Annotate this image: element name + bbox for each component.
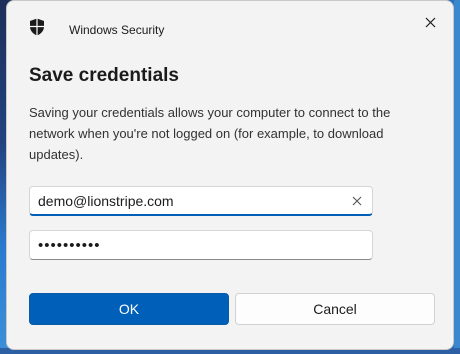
- save-credentials-dialog: Windows Security Save credentials Saving…: [6, 0, 454, 350]
- close-button[interactable]: [419, 11, 441, 33]
- clear-x-icon: [352, 196, 362, 206]
- app-title: Windows Security: [69, 23, 165, 37]
- desktop-background-right: [454, 0, 460, 354]
- dialog-heading: Save credentials: [29, 65, 179, 86]
- cancel-button[interactable]: Cancel: [235, 293, 435, 325]
- clear-username-button[interactable]: [350, 194, 364, 208]
- shield-icon: [29, 18, 45, 36]
- username-field[interactable]: [29, 186, 373, 216]
- username-input[interactable]: [30, 187, 372, 214]
- close-icon: [425, 17, 435, 27]
- ok-button[interactable]: OK: [29, 293, 229, 325]
- password-field[interactable]: [29, 230, 373, 260]
- password-input[interactable]: [30, 231, 372, 259]
- dialog-description: Saving your credentials allows your comp…: [29, 105, 391, 162]
